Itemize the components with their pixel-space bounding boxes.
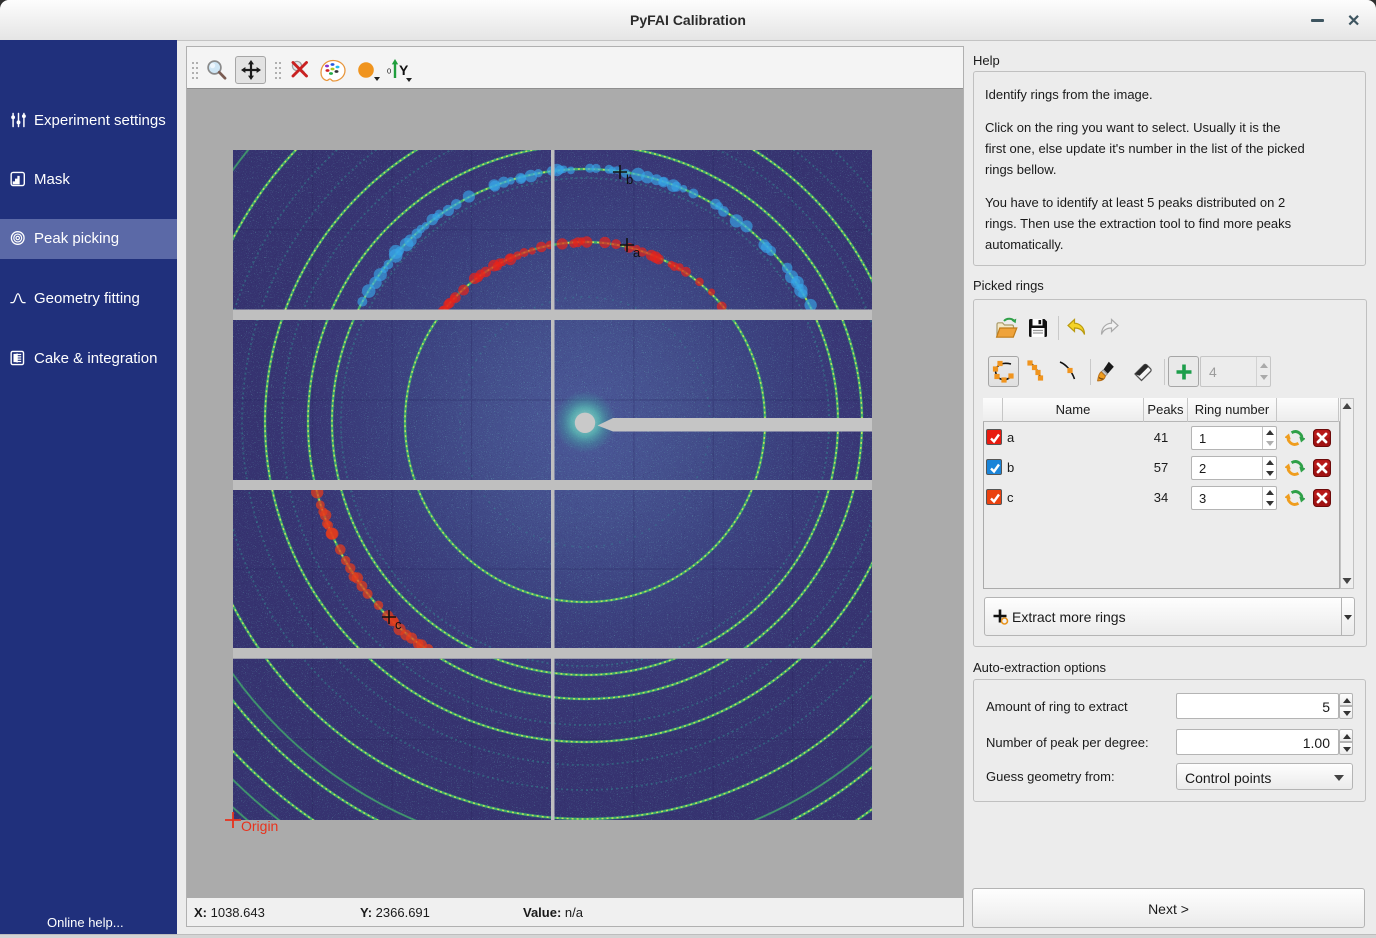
svg-text:a: a: [633, 245, 641, 260]
svg-text:c: c: [395, 617, 402, 632]
svg-text:Origin: Origin: [241, 818, 278, 834]
svg-text:b: b: [626, 172, 633, 187]
